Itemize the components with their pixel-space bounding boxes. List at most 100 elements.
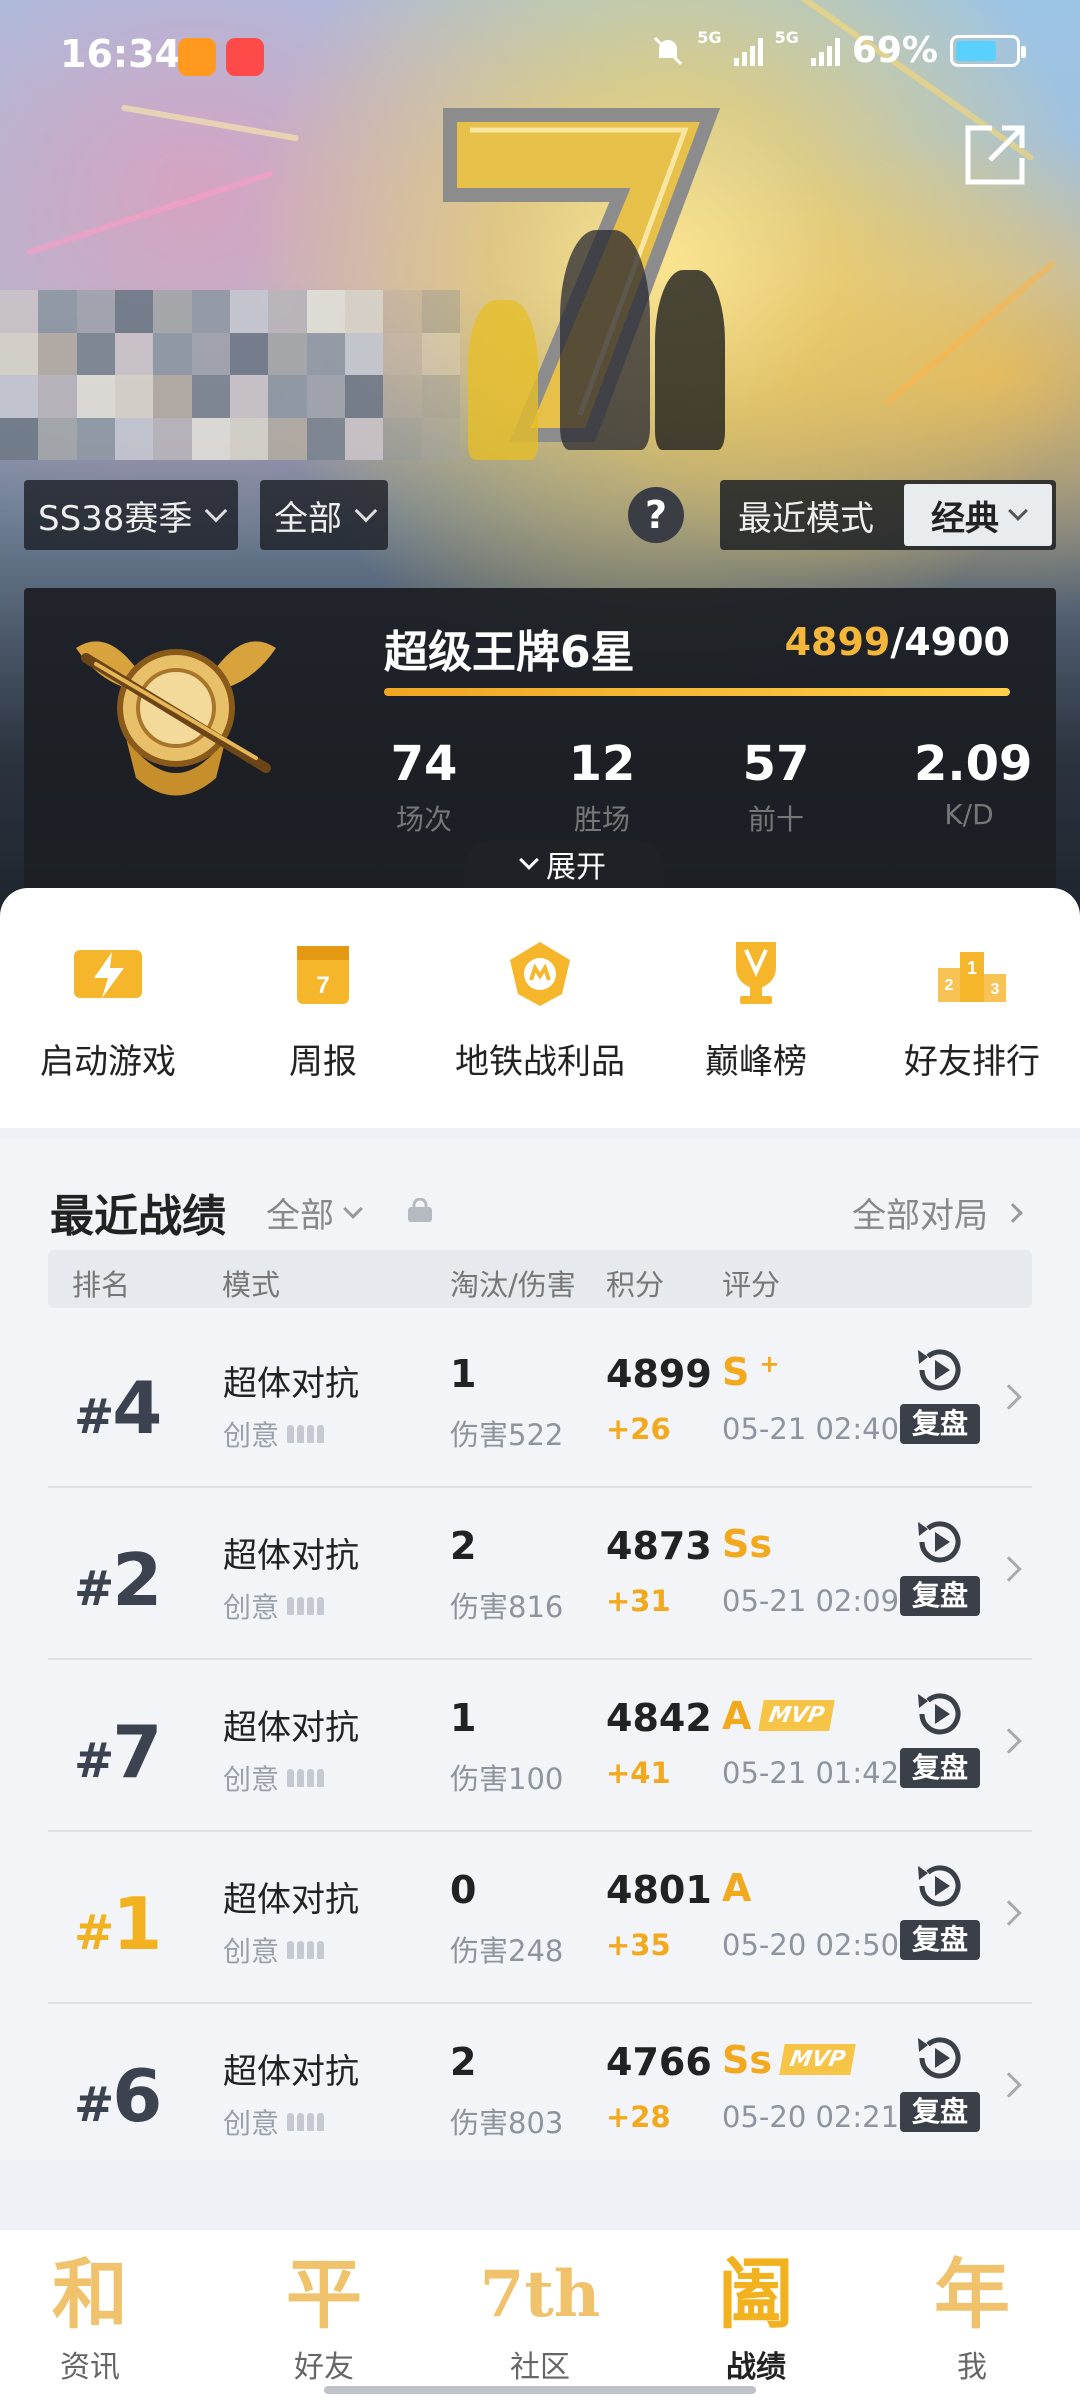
ace-rank-emblem xyxy=(76,641,276,796)
svg-text:3: 3 xyxy=(991,981,1000,998)
action-peak-leaderboard[interactable]: 巅峰榜 xyxy=(656,938,856,1083)
match-damage: 伤害522 xyxy=(450,1418,564,1452)
nav-news[interactable]: 和 资讯 xyxy=(10,2252,170,2386)
nav-records[interactable]: 阖 战绩 xyxy=(676,2252,836,2386)
chevron-right-icon[interactable] xyxy=(996,1556,1022,1582)
action-metro-loot[interactable]: 地铁战利品 xyxy=(440,938,640,1083)
rank-number: 1 xyxy=(112,1882,162,1966)
nav-me[interactable]: 年 我 xyxy=(892,2252,1052,2386)
match-kills: 2 xyxy=(450,2040,477,2084)
col-score: 积分 xyxy=(606,1268,665,1302)
network-type: 5G xyxy=(697,28,722,47)
record-row[interactable]: #7 超体对抗 创意 1 伤害100 4842 +41 A MVP 05-21 01:42 复盘 xyxy=(48,1660,1032,1832)
nav-label: 资讯 xyxy=(60,2350,120,2385)
match-grade: Ss xyxy=(722,1522,772,1566)
match-date: 05-21 01:42 xyxy=(722,1756,900,1790)
match-kills: 1 xyxy=(450,1696,477,1740)
network-type: 5G xyxy=(774,28,799,47)
scope-dropdown[interactable]: 全部 xyxy=(260,480,388,550)
rank-progress-bar xyxy=(384,688,1010,696)
replay-button[interactable]: 复盘 xyxy=(900,1858,980,1968)
mode-selected: 经典 xyxy=(931,498,999,539)
stat-kd: 2.09 K/D xyxy=(914,736,1032,831)
svg-text:2: 2 xyxy=(945,977,954,994)
character-figure xyxy=(468,300,538,460)
match-score: 4766 xyxy=(606,2040,712,2084)
lightning-icon xyxy=(74,950,142,998)
match-submode: 创意 xyxy=(223,2102,325,2142)
nav-label: 社区 xyxy=(510,2350,570,2385)
ping-character-icon: 平 xyxy=(286,2250,362,2339)
records-title: 最近战绩 xyxy=(50,1191,226,1242)
stat-value: 12 xyxy=(568,736,636,792)
action-launch-game[interactable]: 启动游戏 xyxy=(8,938,208,1083)
mvp-badge: MVP xyxy=(779,2044,856,2075)
match-submode: 创意 xyxy=(223,1414,325,1454)
chevron-down-icon xyxy=(343,1198,363,1219)
replay-icon xyxy=(918,1693,961,1735)
match-submode: 创意 xyxy=(223,1930,325,1970)
match-rank: #6 xyxy=(74,2054,162,2138)
chevron-right-icon[interactable] xyxy=(996,1900,1022,1926)
replay-button[interactable]: 复盘 xyxy=(900,1686,980,1796)
match-score: 4801 xyxy=(606,1868,712,1912)
nav-label: 战绩 xyxy=(726,2350,786,2385)
home-indicator[interactable] xyxy=(324,2386,756,2394)
match-rank: #7 xyxy=(74,1710,162,1794)
rank-hash: # xyxy=(74,1561,114,1617)
match-date: 05-21 02:09 xyxy=(722,1584,900,1618)
rank-hash: # xyxy=(74,1733,114,1789)
match-submode: 创意 xyxy=(223,1758,325,1798)
replay-label: 复盘 xyxy=(900,1748,980,1788)
action-friend-ranking[interactable]: 12 3 好友排行 xyxy=(872,938,1072,1083)
mode-dropdown[interactable]: 经典 xyxy=(904,484,1052,546)
he-character-icon: 和 xyxy=(52,2250,128,2339)
expand-label: 展开 xyxy=(546,850,606,885)
chevron-right-icon[interactable] xyxy=(996,1384,1022,1410)
season-dropdown[interactable]: SS38赛季 xyxy=(24,480,239,550)
replay-icon xyxy=(918,1521,961,1563)
match-score-delta: +28 xyxy=(606,2100,671,2134)
chevron-right-icon[interactable] xyxy=(996,1728,1022,1754)
record-row[interactable]: #6 超体对抗 创意 2 伤害803 4766 +28 Ss MVP 05-20 02:21 复盘 xyxy=(48,2004,1032,2176)
submode-label: 创意 xyxy=(223,1591,280,1624)
nav-friends[interactable]: 平 好友 xyxy=(244,2252,404,2386)
match-rank: #2 xyxy=(74,1538,162,1622)
match-score: 4842 xyxy=(606,1696,712,1740)
podium-icon: 12 3 xyxy=(938,952,1006,1002)
replay-button[interactable]: 复盘 xyxy=(900,2030,980,2140)
all-matches-link[interactable]: 全部对局 xyxy=(852,1188,1023,1237)
record-row[interactable]: #4 超体对抗 创意 1 伤害522 4899 +26 S +05-21 02:40 复盘 xyxy=(48,1316,1032,1488)
help-button[interactable]: ? xyxy=(628,487,684,543)
lock-icon[interactable] xyxy=(406,1198,434,1222)
records-character-icon: 阖 xyxy=(718,2250,794,2339)
signal-icon xyxy=(733,36,763,66)
grade-letter: S xyxy=(722,1350,750,1394)
quick-actions-panel: 启动游戏 7 周报 地铁战利品 巅峰榜 12 3 好友排行 xyxy=(0,888,1080,1128)
match-mode: 超体对抗 xyxy=(223,1880,359,1920)
replay-button[interactable]: 复盘 xyxy=(900,1342,980,1452)
squad-icon xyxy=(287,2113,325,2131)
replay-label: 复盘 xyxy=(900,2092,980,2132)
all-matches-label: 全部对局 xyxy=(852,1196,988,1236)
expand-button[interactable]: 展开 xyxy=(464,840,664,888)
record-row[interactable]: #1 超体对抗 创意 0 伤害248 4801 +35 A 05-20 02:50 复盘 xyxy=(48,1832,1032,2004)
action-weekly-report[interactable]: 7 周报 xyxy=(223,938,423,1083)
stat-value: 74 xyxy=(390,736,458,792)
action-label: 周报 xyxy=(289,1042,357,1082)
chevron-right-icon[interactable] xyxy=(996,2072,1022,2098)
replay-button[interactable]: 复盘 xyxy=(900,1514,980,1624)
stat-label: 前十 xyxy=(747,803,804,836)
grade-letter: Ss xyxy=(722,1522,772,1566)
nav-community[interactable]: 7th 社区 xyxy=(460,2252,620,2386)
record-row[interactable]: #2 超体对抗 创意 2 伤害816 4873 +31 Ss 05-21 02:09 复盘 xyxy=(48,1488,1032,1660)
action-label: 地铁战利品 xyxy=(455,1042,625,1082)
status-bar: 16:34 5G 5G 69% xyxy=(0,0,1080,110)
share-icon[interactable] xyxy=(962,122,1028,188)
records-filter-dropdown[interactable]: 全部 xyxy=(266,1188,363,1237)
stat-value: 57 xyxy=(742,736,810,792)
match-date: 05-20 02:21 xyxy=(722,2100,900,2134)
col-rank: 排名 xyxy=(72,1268,131,1302)
mode-selector[interactable]: 最近模式 经典 xyxy=(720,480,1056,550)
match-grade: A MVP xyxy=(722,1694,836,1738)
